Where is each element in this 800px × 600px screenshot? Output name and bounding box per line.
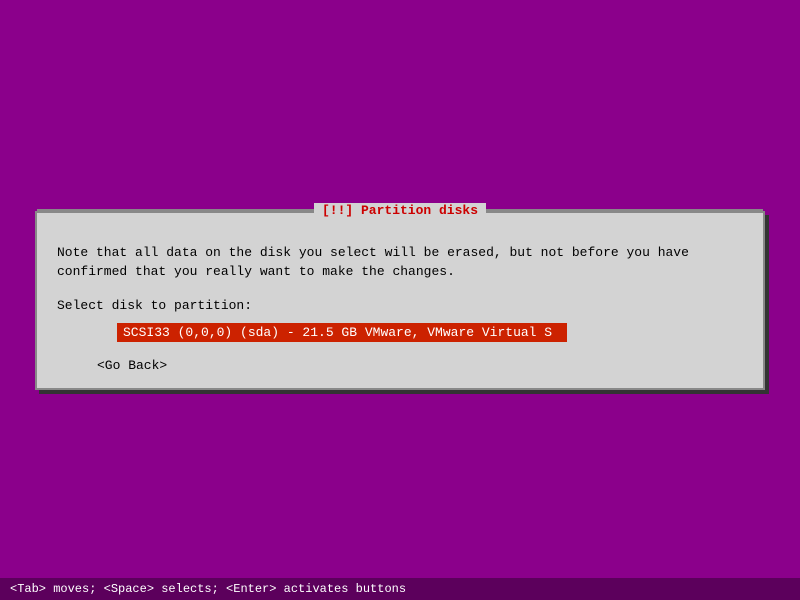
title-bar-line-right <box>486 209 763 211</box>
select-label: Select disk to partition: <box>57 298 743 313</box>
dialog-content: Note that all data on the disk you selec… <box>37 223 763 388</box>
description-text: Note that all data on the disk you selec… <box>57 243 743 282</box>
title-bar-line-left <box>37 209 314 211</box>
status-text: <Tab> moves; <Space> selects; <Enter> ac… <box>10 582 406 596</box>
go-back-button[interactable]: <Go Back> <box>97 358 743 373</box>
dialog-title: [!!] Partition disks <box>314 203 486 218</box>
dialog-box: [!!] Partition disks Note that all data … <box>35 211 765 390</box>
disk-list: SCSI33 (0,0,0) (sda) - 21.5 GB VMware, V… <box>57 323 743 342</box>
disk-item[interactable]: SCSI33 (0,0,0) (sda) - 21.5 GB VMware, V… <box>117 323 567 342</box>
status-bar: <Tab> moves; <Space> selects; <Enter> ac… <box>0 578 800 600</box>
screen: [!!] Partition disks Note that all data … <box>0 0 800 600</box>
title-bar: [!!] Partition disks <box>37 203 763 218</box>
